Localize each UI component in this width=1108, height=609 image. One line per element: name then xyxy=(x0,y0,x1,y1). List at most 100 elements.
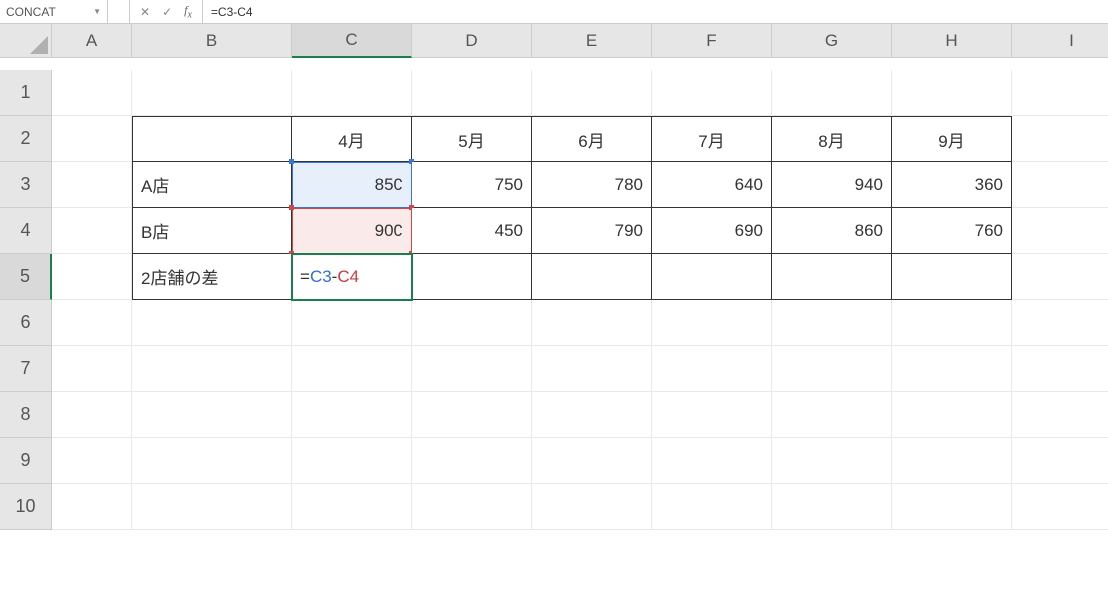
row-header-6[interactable]: 6 xyxy=(0,300,52,346)
cell-G9[interactable] xyxy=(772,438,892,484)
cell-A10[interactable] xyxy=(52,484,132,530)
cell-I3[interactable] xyxy=(1012,162,1108,208)
cell-G3[interactable]: 940 xyxy=(772,162,892,208)
cell-H1[interactable] xyxy=(892,70,1012,116)
cell-H9[interactable] xyxy=(892,438,1012,484)
col-header-H[interactable]: H xyxy=(892,24,1012,58)
cell-G2[interactable]: 8月 xyxy=(772,116,892,162)
cell-G4[interactable]: 860 xyxy=(772,208,892,254)
select-all-corner[interactable] xyxy=(0,24,52,58)
name-box[interactable]: CONCAT ▼ xyxy=(0,0,108,23)
cell-C1[interactable] xyxy=(292,70,412,116)
cell-C10[interactable] xyxy=(292,484,412,530)
cell-F1[interactable] xyxy=(652,70,772,116)
row-header-3[interactable]: 3 xyxy=(0,162,52,208)
col-header-A[interactable]: A xyxy=(52,24,132,58)
cell-E5[interactable] xyxy=(532,254,652,300)
cell-B3[interactable]: A店 xyxy=(132,162,292,208)
cell-I6[interactable] xyxy=(1012,300,1108,346)
cell-I2[interactable] xyxy=(1012,116,1108,162)
cell-H5[interactable] xyxy=(892,254,1012,300)
cell-B4[interactable]: B店 xyxy=(132,208,292,254)
formula-input[interactable]: =C3-C4 xyxy=(203,0,1108,23)
cell-D8[interactable] xyxy=(412,392,532,438)
cell-G7[interactable] xyxy=(772,346,892,392)
cell-H3[interactable]: 360 xyxy=(892,162,1012,208)
cell-G6[interactable] xyxy=(772,300,892,346)
cell-A2[interactable] xyxy=(52,116,132,162)
cell-E1[interactable] xyxy=(532,70,652,116)
cell-C6[interactable] xyxy=(292,300,412,346)
cell-I5[interactable] xyxy=(1012,254,1108,300)
cell-F8[interactable] xyxy=(652,392,772,438)
cell-B2[interactable] xyxy=(132,116,292,162)
cell-A1[interactable] xyxy=(52,70,132,116)
cell-G5[interactable] xyxy=(772,254,892,300)
cell-A8[interactable] xyxy=(52,392,132,438)
col-header-F[interactable]: F xyxy=(652,24,772,58)
cell-D5[interactable] xyxy=(412,254,532,300)
cell-F6[interactable] xyxy=(652,300,772,346)
cell-I1[interactable] xyxy=(1012,70,1108,116)
cell-I10[interactable] xyxy=(1012,484,1108,530)
col-header-D[interactable]: D xyxy=(412,24,532,58)
cell-B8[interactable] xyxy=(132,392,292,438)
cell-C7[interactable] xyxy=(292,346,412,392)
cell-E2[interactable]: 6月 xyxy=(532,116,652,162)
cell-B6[interactable] xyxy=(132,300,292,346)
cell-E9[interactable] xyxy=(532,438,652,484)
row-header-7[interactable]: 7 xyxy=(0,346,52,392)
cell-C4[interactable]: 900 xyxy=(292,208,412,254)
cell-B1[interactable] xyxy=(132,70,292,116)
col-header-I[interactable]: I xyxy=(1012,24,1108,58)
cell-D2[interactable]: 5月 xyxy=(412,116,532,162)
cell-A3[interactable] xyxy=(52,162,132,208)
row-header-4[interactable]: 4 xyxy=(0,208,52,254)
cell-D7[interactable] xyxy=(412,346,532,392)
cell-H4[interactable]: 760 xyxy=(892,208,1012,254)
row-header-8[interactable]: 8 xyxy=(0,392,52,438)
col-header-E[interactable]: E xyxy=(532,24,652,58)
cell-I7[interactable] xyxy=(1012,346,1108,392)
cell-E7[interactable] xyxy=(532,346,652,392)
cell-A9[interactable] xyxy=(52,438,132,484)
cell-C2[interactable]: 4月 xyxy=(292,116,412,162)
cell-I8[interactable] xyxy=(1012,392,1108,438)
cell-C3[interactable]: 850 xyxy=(292,162,412,208)
cell-D4[interactable]: 450 xyxy=(412,208,532,254)
cell-F4[interactable]: 690 xyxy=(652,208,772,254)
selection-handle-icon[interactable] xyxy=(289,159,294,164)
cell-I9[interactable] xyxy=(1012,438,1108,484)
cell-D6[interactable] xyxy=(412,300,532,346)
cell-E10[interactable] xyxy=(532,484,652,530)
row-header-10[interactable]: 10 xyxy=(0,484,52,530)
row-header-5[interactable]: 5 xyxy=(0,254,52,300)
cell-C9[interactable] xyxy=(292,438,412,484)
row-header-1[interactable]: 1 xyxy=(0,70,52,116)
cell-F10[interactable] xyxy=(652,484,772,530)
cell-F3[interactable]: 640 xyxy=(652,162,772,208)
cell-F9[interactable] xyxy=(652,438,772,484)
cell-A5[interactable] xyxy=(52,254,132,300)
cell-F5[interactable] xyxy=(652,254,772,300)
fx-icon[interactable]: fx xyxy=(184,3,192,20)
col-header-C[interactable]: C xyxy=(292,24,412,58)
cell-B10[interactable] xyxy=(132,484,292,530)
cell-H2[interactable]: 9月 xyxy=(892,116,1012,162)
cell-G1[interactable] xyxy=(772,70,892,116)
row-header-9[interactable]: 9 xyxy=(0,438,52,484)
cell-H10[interactable] xyxy=(892,484,1012,530)
spreadsheet-grid[interactable]: A B C D E F G H I 1 2 4月 5月 6月 7月 8月 9月 … xyxy=(0,24,1108,530)
cell-H7[interactable] xyxy=(892,346,1012,392)
cancel-icon[interactable]: ✕ xyxy=(140,5,150,19)
cell-D10[interactable] xyxy=(412,484,532,530)
cell-E8[interactable] xyxy=(532,392,652,438)
cell-A4[interactable] xyxy=(52,208,132,254)
cell-A6[interactable] xyxy=(52,300,132,346)
cell-C5[interactable]: =C3-C4 xyxy=(292,254,412,300)
accept-icon[interactable]: ✓ xyxy=(162,5,172,19)
cell-F2[interactable]: 7月 xyxy=(652,116,772,162)
cell-C8[interactable] xyxy=(292,392,412,438)
cell-E3[interactable]: 780 xyxy=(532,162,652,208)
cell-B7[interactable] xyxy=(132,346,292,392)
